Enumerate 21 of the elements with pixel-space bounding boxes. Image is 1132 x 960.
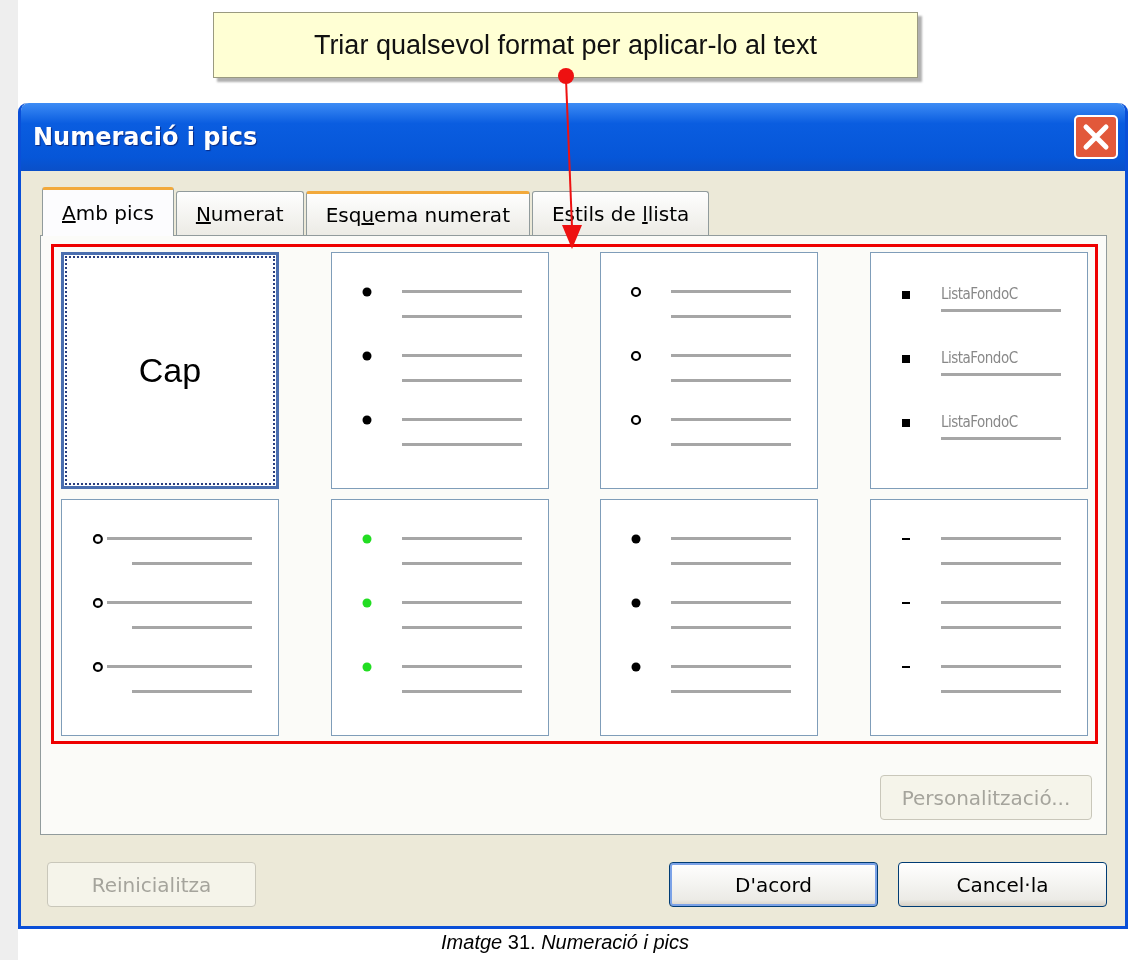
sample-text: ListaFondoC — [940, 413, 1019, 431]
bullet-option[interactable] — [61, 499, 279, 736]
bullet-option[interactable] — [330, 252, 549, 489]
dialog-button[interactable]: D'acord — [669, 862, 878, 907]
tab[interactable]: Numerat — [175, 191, 304, 235]
tab[interactable]: Amb pics — [42, 187, 174, 236]
option-label: Cap — [138, 351, 202, 390]
bullet-option[interactable] — [330, 499, 549, 736]
bullet-option[interactable] — [600, 499, 819, 736]
bullet-option[interactable]: ListaFondoC ListaFondoC ListaFondoC — [869, 252, 1088, 489]
sample-text: ListaFondoC — [940, 349, 1019, 367]
dialog-button[interactable]: Cancel·la — [898, 862, 1107, 907]
bullet-option[interactable] — [869, 499, 1088, 736]
bullet-option[interactable]: Cap — [61, 252, 279, 489]
bullet-option[interactable] — [600, 252, 819, 489]
callout-note: Triar qualsevol format per aplicar-lo al text — [213, 12, 918, 78]
figure-caption: Imatge 31. Numeració i pics — [440, 931, 690, 954]
close-icon[interactable] — [1074, 115, 1118, 159]
tab[interactable]: Esquema numerat — [305, 191, 530, 235]
sample-text: ListaFondoC — [940, 285, 1019, 303]
window-title: Numeració i pics — [33, 123, 258, 151]
